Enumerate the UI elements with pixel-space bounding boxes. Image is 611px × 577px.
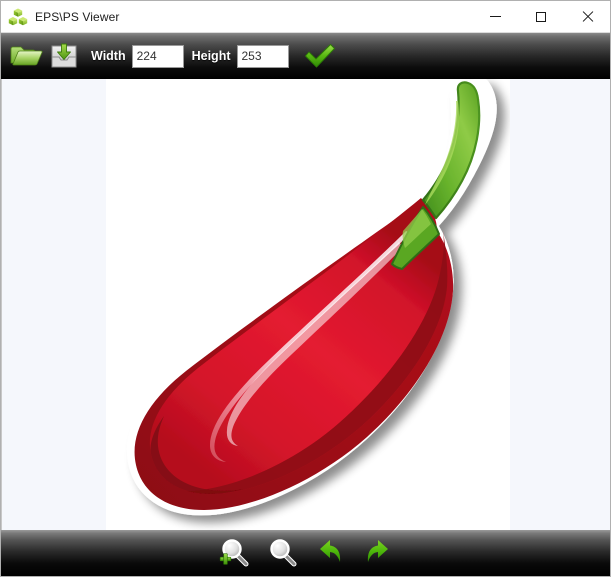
green-cubes-icon (8, 7, 28, 27)
top-toolbar: Width Height (1, 33, 610, 79)
maximize-button[interactable] (518, 1, 564, 32)
zoom-in-magnifier-icon (218, 538, 250, 568)
save-disk-icon (48, 40, 80, 72)
green-check-icon (303, 42, 337, 70)
window-controls (472, 1, 610, 32)
save-file-button[interactable] (45, 37, 83, 75)
rotate-right-button[interactable] (358, 534, 398, 572)
eps-ps-viewer-window: EPS\PS Viewer Width 224 Height 253 (0, 0, 611, 577)
zoom-out-button[interactable] (262, 534, 302, 572)
window-title: EPS\PS Viewer (35, 9, 120, 24)
minimize-icon (489, 16, 501, 17)
width-label: Width (91, 49, 126, 63)
apply-button[interactable] (301, 37, 339, 75)
rotate-right-arrow-icon (363, 538, 393, 568)
image-sheet (106, 79, 510, 530)
height-input[interactable] (236, 44, 289, 68)
image-canvas[interactable] (1, 79, 610, 530)
open-file-button[interactable] (7, 37, 45, 75)
height-label: Height (191, 49, 231, 63)
maximize-icon (536, 11, 546, 22)
zoom-in-button[interactable] (214, 534, 254, 572)
rotate-left-arrow-icon (315, 538, 345, 568)
close-icon (581, 11, 593, 23)
bottom-toolbar (1, 530, 610, 576)
rotate-left-button[interactable] (310, 534, 350, 572)
red-chili-pepper-illustration (127, 79, 497, 516)
zoom-out-magnifier-icon (266, 538, 298, 568)
close-button[interactable] (564, 1, 610, 32)
width-input[interactable] (131, 44, 184, 68)
titlebar: EPS\PS Viewer (1, 1, 610, 33)
open-folder-icon (9, 41, 43, 71)
minimize-button[interactable] (472, 1, 518, 32)
